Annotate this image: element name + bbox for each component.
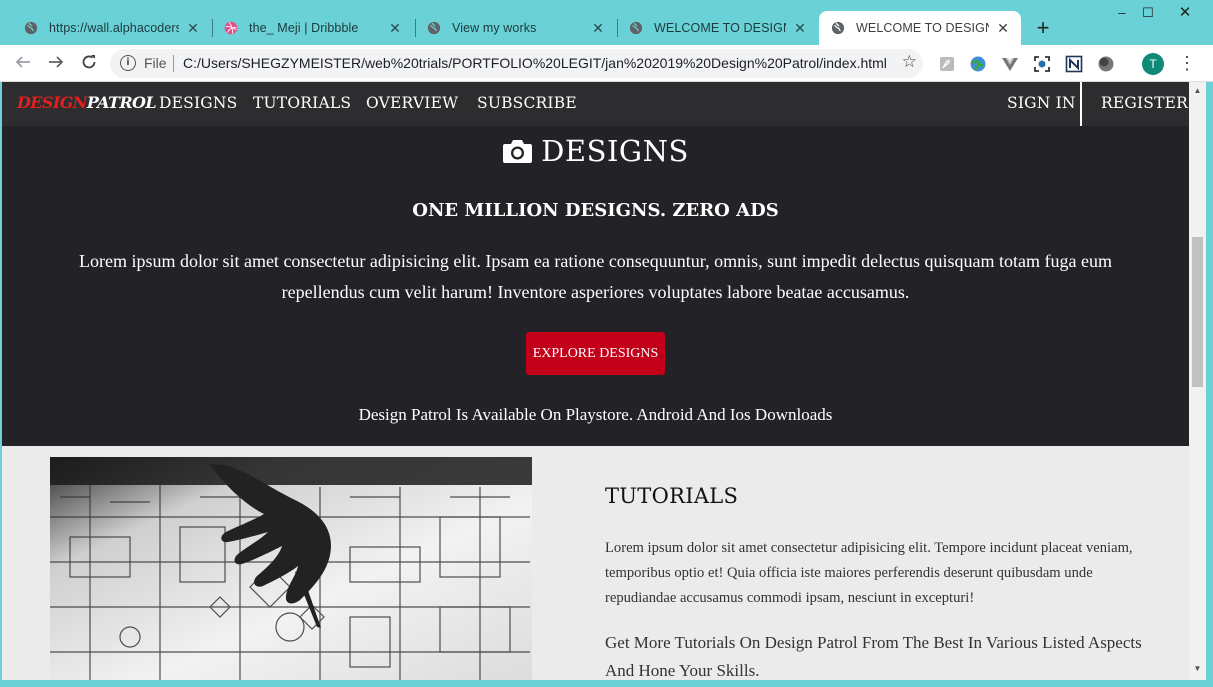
forward-button[interactable] bbox=[43, 51, 69, 77]
url-text[interactable]: C:/Users/SHEGZYMEISTER/web%20trials/PORT… bbox=[183, 55, 887, 71]
vue-devtools-icon[interactable] bbox=[1001, 55, 1019, 73]
page-viewport: DESIGNPATROL DESIGNS TUTORIALS OVERVIEW … bbox=[2, 82, 1189, 680]
logo-part-design: DESIGN bbox=[17, 93, 87, 112]
browser-tab[interactable]: WELCOME TO DESIGN PA ✕ bbox=[605, 11, 818, 45]
blueprint-hand-image bbox=[50, 457, 532, 680]
notion-extension-icon[interactable] bbox=[1065, 55, 1083, 73]
nav-designs-link[interactable]: DESIGNS bbox=[159, 94, 237, 112]
window-border bbox=[1206, 82, 1213, 687]
globe-icon bbox=[427, 21, 441, 35]
site-logo[interactable]: DESIGNPATROL bbox=[17, 93, 157, 112]
scroll-up-arrow-icon[interactable]: ▲ bbox=[1189, 86, 1206, 95]
tutorials-cta-text: Get More Tutorials On Design Patrol From… bbox=[605, 633, 1142, 680]
browser-toolbar: i File C:/Users/SHEGZYMEISTER/web%20tria… bbox=[0, 45, 1213, 82]
dark-mode-extension-icon[interactable] bbox=[1097, 55, 1115, 73]
scrollbar-thumb[interactable] bbox=[1192, 237, 1203, 387]
tab-title: WELCOME TO DESIGN PA bbox=[654, 21, 786, 35]
tab-title: WELCOME TO DESIGN PA bbox=[856, 21, 989, 35]
hero-subtitle: ONE MILLION DESIGNS. ZERO ADS bbox=[412, 200, 779, 221]
camera-icon bbox=[503, 139, 533, 163]
tab-close-icon[interactable]: ✕ bbox=[792, 20, 808, 37]
tutorials-title: TUTORIALS bbox=[605, 484, 739, 508]
bookmark-star-icon[interactable]: ☆ bbox=[902, 52, 917, 72]
tab-close-icon[interactable]: ✕ bbox=[590, 20, 606, 37]
globe-icon bbox=[629, 21, 643, 35]
hero-section: DESIGNS ONE MILLION DESIGNS. ZERO ADS Lo… bbox=[2, 126, 1189, 446]
hero-heading: DESIGNS bbox=[2, 134, 1189, 168]
nav-tutorials-link[interactable]: TUTORIALS bbox=[253, 94, 351, 112]
globe-icon bbox=[831, 21, 845, 35]
browser-tab-active[interactable]: WELCOME TO DESIGN PA ✕ bbox=[819, 11, 1021, 45]
page-scrollbar[interactable]: ▲ ▼ bbox=[1189, 82, 1206, 680]
tab-close-icon[interactable]: ✕ bbox=[995, 20, 1011, 37]
nav-divider bbox=[1080, 82, 1082, 126]
hero-paragraph: Lorem ipsum dolor sit amet consectetur a… bbox=[78, 251, 1113, 302]
omnibox-divider bbox=[173, 55, 174, 72]
nav-overview-link[interactable]: OVERVIEW bbox=[366, 94, 458, 112]
site-navbar: DESIGNPATROL DESIGNS TUTORIALS OVERVIEW … bbox=[2, 82, 1189, 126]
scheme-label: File bbox=[144, 55, 167, 71]
browser-tab[interactable]: https://wall.alphacoders.c ✕ bbox=[0, 11, 211, 45]
globe-icon bbox=[24, 21, 38, 35]
browser-tab[interactable]: the_ Meji | Dribbble ✕ bbox=[200, 11, 413, 45]
new-tab-button[interactable]: + bbox=[1031, 14, 1055, 42]
nav-subscribe-link[interactable]: SUBSCRIBE bbox=[477, 94, 577, 112]
nav-sign-in-link[interactable]: SIGN IN bbox=[1007, 94, 1076, 112]
nav-register-link[interactable]: REGISTER bbox=[1101, 94, 1188, 112]
dribbble-icon bbox=[224, 21, 238, 35]
pdf-extension-icon[interactable] bbox=[938, 55, 956, 73]
reload-button[interactable] bbox=[76, 51, 102, 77]
tab-close-icon[interactable]: ✕ bbox=[387, 20, 403, 37]
info-icon[interactable]: i bbox=[120, 55, 136, 71]
window-close-button[interactable]: ✕ bbox=[1170, 2, 1200, 24]
screenshot-extension-icon[interactable] bbox=[1033, 55, 1051, 73]
globe-extension-icon[interactable] bbox=[969, 55, 987, 73]
explore-designs-button[interactable]: EXPLORE DESIGNS bbox=[526, 332, 665, 375]
back-button[interactable] bbox=[10, 51, 36, 77]
tab-title: https://wall.alphacoders.c bbox=[49, 21, 179, 35]
browser-menu-icon[interactable]: ⋮ bbox=[1178, 52, 1196, 74]
arrow-right-icon bbox=[49, 56, 64, 68]
hero-footer-text: Design Patrol Is Available On Playstore.… bbox=[358, 405, 833, 424]
arrow-left-icon bbox=[15, 56, 30, 68]
logo-part-patrol: PATROL bbox=[86, 93, 157, 112]
tab-title: the_ Meji | Dribbble bbox=[249, 21, 359, 35]
address-bar[interactable]: i File C:/Users/SHEGZYMEISTER/web%20tria… bbox=[110, 49, 923, 78]
reload-icon bbox=[82, 55, 96, 69]
tab-title: View my works bbox=[452, 21, 537, 35]
hero-title: DESIGNS bbox=[541, 134, 689, 168]
window-border bbox=[0, 680, 1213, 687]
tutorials-section: TUTORIALS Lorem ipsum dolor sit amet con… bbox=[2, 446, 1189, 680]
profile-avatar[interactable]: T bbox=[1142, 53, 1164, 75]
tab-strip: https://wall.alphacoders.c ✕ the_ Meji |… bbox=[0, 0, 1213, 45]
tutorials-paragraph: Lorem ipsum dolor sit amet consectetur a… bbox=[605, 540, 1133, 606]
scroll-down-arrow-icon[interactable]: ▼ bbox=[1189, 664, 1206, 673]
tab-close-icon[interactable]: ✕ bbox=[185, 20, 201, 37]
maximize-button[interactable]: ☐ bbox=[1133, 2, 1163, 24]
browser-tab[interactable]: View my works ✕ bbox=[403, 11, 616, 45]
